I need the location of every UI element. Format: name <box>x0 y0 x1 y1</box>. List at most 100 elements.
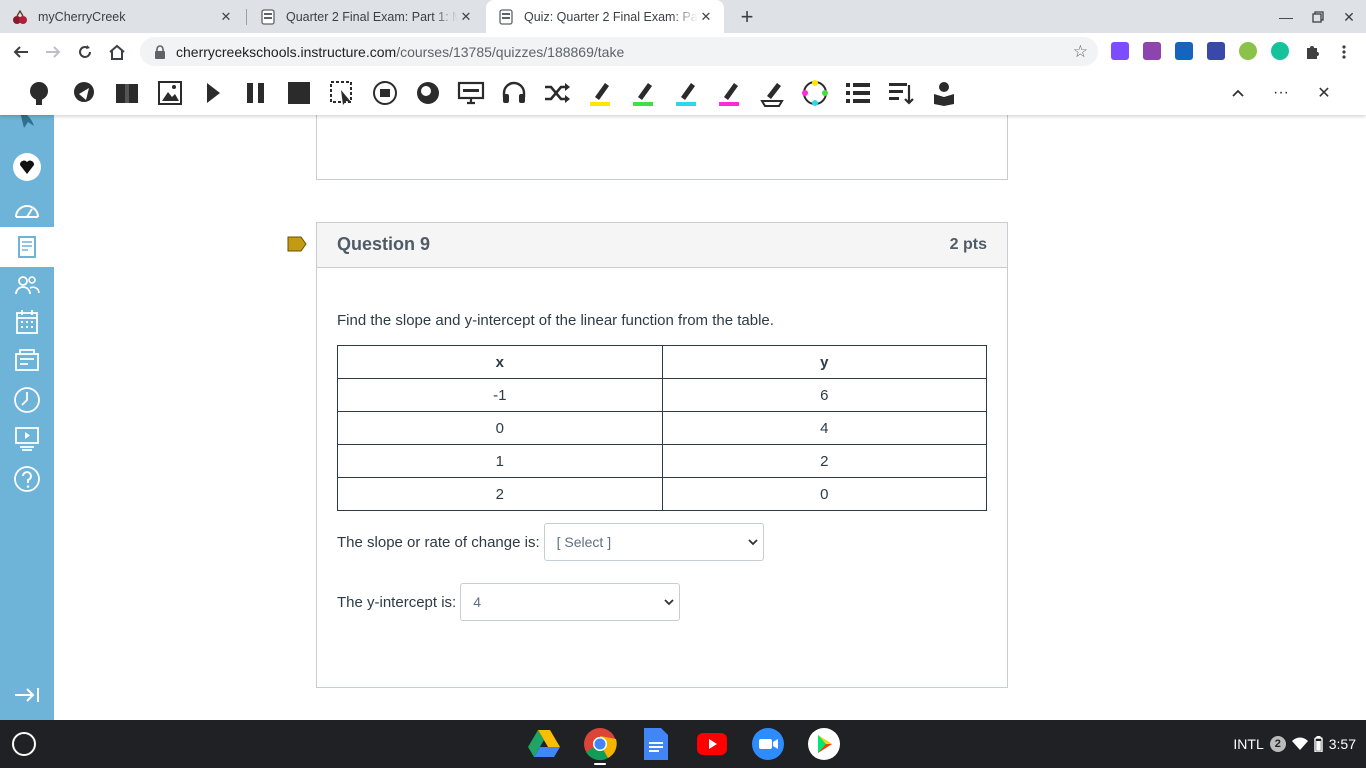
google-drive-icon[interactable] <box>526 726 562 762</box>
text-to-list-icon[interactable] <box>886 78 916 108</box>
extensions-puzzle-icon[interactable] <box>1299 39 1325 65</box>
url-path: /courses/13785/quizzes/188869/take <box>396 43 625 60</box>
youtube-icon[interactable] <box>694 726 730 762</box>
grammarly-icon[interactable] <box>1271 42 1289 60</box>
groups-icon[interactable] <box>0 265 54 305</box>
os-shelf: INTL 2 3:57 <box>0 720 1366 768</box>
table-cell: 1 <box>337 444 663 478</box>
shuffle-icon[interactable] <box>542 78 572 108</box>
book-icon[interactable] <box>112 78 142 108</box>
audio-maker-icon[interactable] <box>370 78 400 108</box>
reload-icon[interactable] <box>72 39 98 65</box>
history-icon[interactable] <box>0 380 54 420</box>
close-window-icon[interactable]: ✕ <box>1338 6 1360 28</box>
tab-quiz-active[interactable]: Quiz: Quarter 2 Final Exam: Part ✕ <box>486 0 724 33</box>
dashboard-icon[interactable] <box>0 190 54 230</box>
close-tab-icon[interactable]: ✕ <box>218 9 234 25</box>
lock-icon <box>155 44 165 59</box>
table-cell: 0 <box>661 477 987 511</box>
extension-purple-icon[interactable] <box>1111 42 1129 60</box>
close-tab-icon[interactable]: ✕ <box>458 9 474 25</box>
table-cell: 6 <box>661 378 987 412</box>
intercept-select[interactable]: 4 <box>460 583 681 621</box>
slope-select[interactable]: [ Select ] <box>543 523 764 561</box>
chrome-icon[interactable] <box>582 726 618 762</box>
talk-and-type-icon[interactable] <box>413 78 443 108</box>
chevron-down-icon <box>664 599 674 606</box>
calendar-icon[interactable] <box>0 302 54 342</box>
collapse-toolbar-icon[interactable] <box>1225 80 1251 106</box>
extension-pdf-icon[interactable] <box>1207 42 1225 60</box>
help-icon[interactable] <box>0 459 54 499</box>
google-play-icon[interactable] <box>806 726 842 762</box>
highlighter-green-icon[interactable] <box>628 78 658 108</box>
notification-count-badge: 2 <box>1269 736 1286 752</box>
flag-question-icon[interactable] <box>287 236 307 252</box>
screenshot-reader-icon[interactable] <box>327 78 357 108</box>
cherry-icon <box>13 9 27 24</box>
table-row: 0 4 <box>337 411 987 445</box>
highlighter-cyan-icon[interactable] <box>671 78 701 108</box>
new-tab-button[interactable]: + <box>734 4 760 30</box>
highlighter-yellow-icon[interactable] <box>585 78 615 108</box>
chevron-down-icon <box>747 539 758 546</box>
stop-icon[interactable] <box>284 78 314 108</box>
table-header-row: x y <box>337 345 987 379</box>
close-toolbar-icon[interactable]: ✕ <box>1311 80 1337 106</box>
chrome-menu-icon[interactable] <box>1331 39 1357 65</box>
slope-selected-value: [ Select ] <box>556 534 612 550</box>
account-avatar[interactable] <box>0 147 54 187</box>
canvas-global-nav <box>0 112 54 720</box>
address-bar-row: cherrycreekschools.instructure.com/cours… <box>0 33 1366 70</box>
tab-title: myCherryCreek <box>38 9 126 24</box>
close-tab-icon[interactable]: ✕ <box>698 9 714 25</box>
expand-nav-icon[interactable] <box>0 675 54 715</box>
table-row: -1 6 <box>337 378 987 412</box>
bookmark-star-icon[interactable]: ☆ <box>1073 42 1088 62</box>
url-bar[interactable]: cherrycreekschools.instructure.com/cours… <box>140 37 1098 66</box>
wifi-icon <box>1291 737 1308 750</box>
google-docs-icon[interactable] <box>638 726 674 762</box>
launcher-icon[interactable] <box>12 732 36 756</box>
home-icon[interactable] <box>104 39 130 65</box>
table-cell: 4 <box>661 411 987 445</box>
restore-icon[interactable] <box>1307 6 1329 28</box>
courses-icon[interactable] <box>0 227 54 267</box>
extension-key-icon[interactable] <box>1175 42 1193 60</box>
collect-highlights-icon[interactable] <box>800 78 830 108</box>
canvas-page-icon <box>499 8 513 25</box>
minimize-icon[interactable]: — <box>1275 6 1297 28</box>
studio-icon[interactable] <box>0 419 54 459</box>
highlighter-pink-icon[interactable] <box>714 78 744 108</box>
previous-question-card <box>316 115 1008 180</box>
intercept-label: The y-intercept is: <box>337 593 457 611</box>
vocabulary-list-icon[interactable] <box>843 78 873 108</box>
picture-dictionary-icon[interactable] <box>69 78 99 108</box>
table-row: 2 0 <box>337 477 987 511</box>
question-card: Question 9 2 pts Find the slope and y-in… <box>316 222 1008 688</box>
intercept-answer-row: The y-intercept is: 4 <box>337 583 681 621</box>
extension-rw-icon[interactable] <box>1143 42 1161 60</box>
clear-highlights-icon[interactable] <box>757 78 787 108</box>
forward-icon[interactable] <box>40 39 66 65</box>
tab-mycherrycreek[interactable]: myCherryCreek ✕ <box>0 0 244 33</box>
headphones-icon[interactable] <box>499 78 529 108</box>
pause-icon[interactable] <box>241 78 271 108</box>
inbox-icon[interactable] <box>0 340 54 380</box>
table-header-y: y <box>661 345 987 379</box>
intercept-selected-value: 4 <box>473 594 482 610</box>
slope-answer-row: The slope or rate of change is: [ Select… <box>337 523 764 561</box>
play-icon[interactable] <box>198 78 228 108</box>
image-icon[interactable] <box>155 78 185 108</box>
extension-pen-icon[interactable] <box>1239 42 1257 60</box>
practice-reading-icon[interactable] <box>929 78 959 108</box>
battery-icon <box>1314 736 1323 752</box>
dictionary-icon[interactable] <box>25 78 55 108</box>
active-app-indicator <box>594 763 606 765</box>
system-tray[interactable]: INTL 2 3:57 <box>1233 731 1356 757</box>
more-options-icon[interactable]: ··· <box>1268 80 1294 106</box>
screen-mask-icon[interactable] <box>456 78 486 108</box>
tab-exam-part1[interactable]: Quarter 2 Final Exam: Part 1: Ma ✕ <box>248 0 484 33</box>
zoom-icon[interactable] <box>750 726 786 762</box>
back-icon[interactable] <box>8 39 34 65</box>
